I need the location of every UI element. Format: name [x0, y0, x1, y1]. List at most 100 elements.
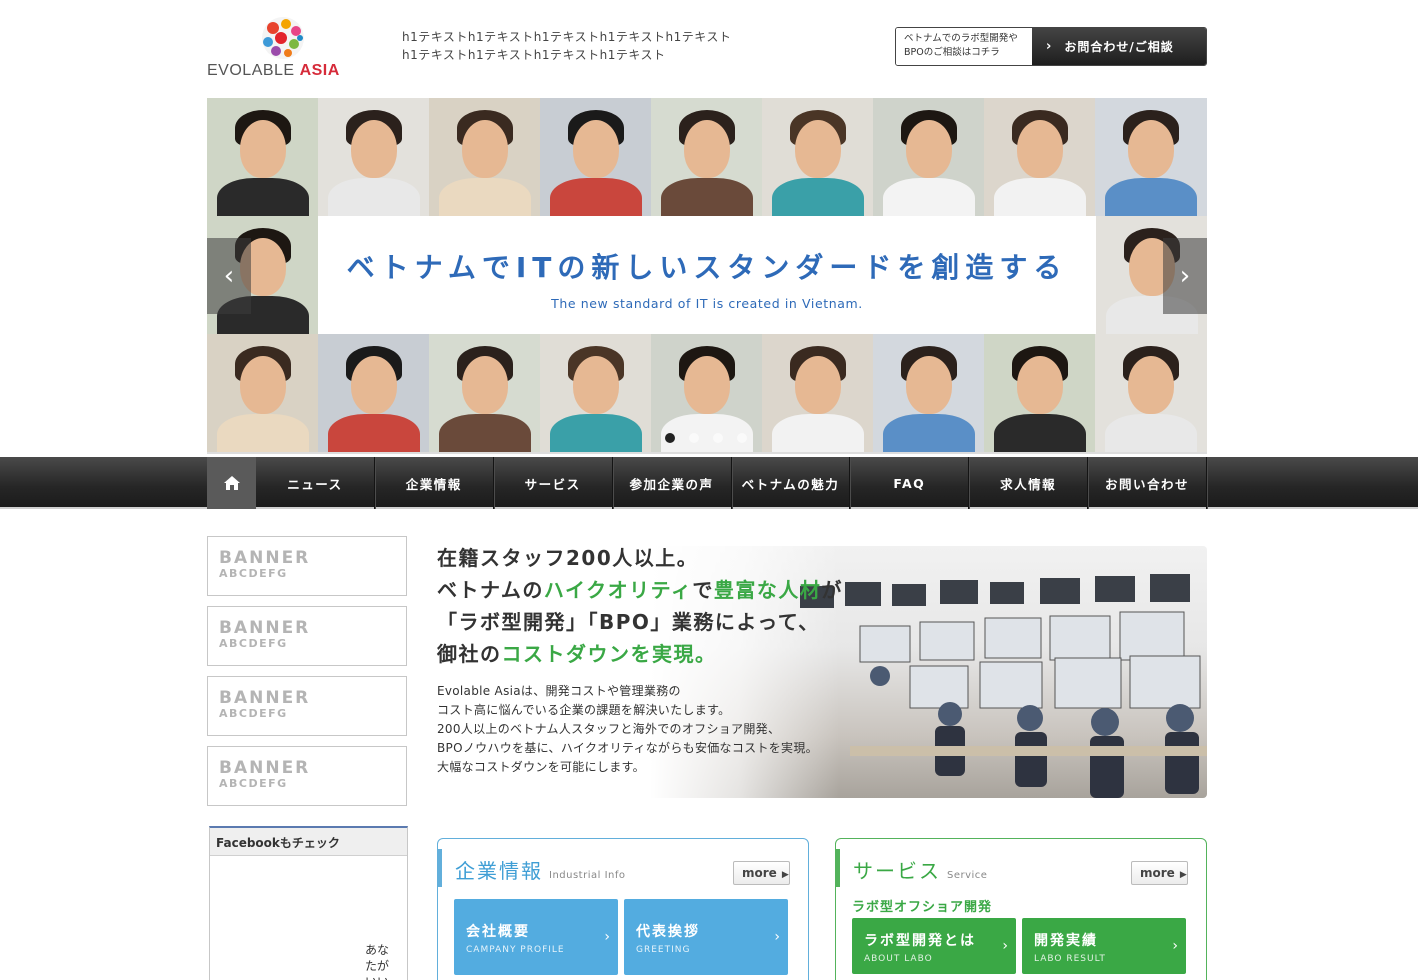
- tile-sub: CAMPANY PROFILE: [466, 945, 565, 955]
- intro-line2-a: ベトナムの: [437, 578, 544, 602]
- staff-photo: [429, 98, 540, 216]
- photo-face: [795, 120, 841, 178]
- hero-slider: ベトナムでITの新しいスタンダードを創造する The new standard …: [207, 98, 1207, 454]
- banner-sub: ABCDEFG: [219, 567, 288, 580]
- intro-line2-d: 豊富な人材: [713, 578, 822, 602]
- photo-shirt: [1105, 414, 1197, 452]
- nav-item-service[interactable]: サービス: [494, 457, 613, 509]
- company-info-panel: 企業情報 Industrial Info more ▶ 会社概要 CAMPANY P…: [437, 838, 809, 980]
- intro-body-line: コスト高に悩んでいる企業の課題を解決いたします。: [437, 703, 731, 717]
- nav-item-vietnam[interactable]: ベトナムの魅力: [732, 457, 851, 509]
- tile-sub: LABO RESULT: [1034, 954, 1106, 964]
- panel-title-text: 企業情報: [455, 859, 543, 883]
- slider-dot[interactable]: [665, 433, 675, 443]
- photo-shirt: [1105, 178, 1197, 216]
- contact-button[interactable]: › お問合わせ/ご相談: [1032, 28, 1206, 65]
- chevron-right-icon: ›: [774, 929, 780, 945]
- chevron-right-icon: ›: [1046, 39, 1053, 54]
- photo-shirt: [772, 178, 864, 216]
- nav-item-faq[interactable]: FAQ: [850, 457, 970, 509]
- banner-sub: ABCDEFG: [219, 707, 288, 720]
- nav-item-recruit[interactable]: 求人情報: [969, 457, 1089, 509]
- slider-dot[interactable]: [689, 433, 699, 443]
- sidebar-banner[interactable]: BANNER ABCDEFG: [207, 676, 407, 736]
- caret-right-icon: ▶: [781, 870, 789, 880]
- sidebar-banner[interactable]: BANNER ABCDEFG: [207, 606, 407, 666]
- greeting-button[interactable]: 代表挨拶 GREETING ›: [624, 899, 788, 975]
- nav-item-company[interactable]: 企業情報: [375, 457, 494, 509]
- panel-title: サービス Service: [853, 855, 987, 884]
- staff-photo: [207, 98, 318, 216]
- photo-face: [240, 120, 286, 178]
- intro-body-line: 大幅なコストダウンを可能にします。: [437, 760, 645, 774]
- staff-photo: [540, 98, 651, 216]
- photo-face: [573, 356, 619, 414]
- hero-headline: ベトナムでITの新しいスタンダードを創造する: [346, 251, 1068, 284]
- nav-item-contact[interactable]: お問い合わせ: [1088, 457, 1207, 509]
- banner-title: BANNER: [219, 618, 311, 638]
- facebook-widget-text: あなたがいい: [365, 943, 390, 980]
- slider-dots: [665, 433, 747, 443]
- panel-subtitle: Service: [947, 870, 988, 881]
- sidebar-banner[interactable]: BANNER ABCDEFG: [207, 536, 407, 596]
- slider-prev-button[interactable]: ‹: [207, 238, 251, 314]
- more-button-label: more: [1140, 866, 1175, 880]
- logo[interactable]: EVOLABLE ASIA: [207, 16, 362, 82]
- photo-face: [1128, 356, 1174, 414]
- photo-face: [462, 120, 508, 178]
- more-button[interactable]: more ▶: [1131, 861, 1188, 885]
- staff-photo: [1095, 98, 1207, 216]
- global-nav: ニュース 企業情報 サービス 参加企業の声 ベトナムの魅力 FAQ 求人情報 お…: [0, 457, 1418, 509]
- labo-result-button[interactable]: 開発実績 LABO RESULT ›: [1022, 918, 1186, 974]
- photo-face: [462, 356, 508, 414]
- staff-photo: [429, 334, 540, 452]
- panel-title-text: サービス: [853, 859, 941, 883]
- intro-body-line: BPOノウハウを基に、ハイクオリティながらも安価なコストを実現。: [437, 741, 818, 755]
- facebook-widget: Facebookもチェック あなたがいい: [209, 826, 408, 980]
- facebook-widget-title: Facebookもチェック: [210, 828, 407, 856]
- intro-line3: 「ラボ型開発」「BPO」業務によって、: [437, 610, 820, 634]
- panel-accent-bar: [836, 849, 840, 887]
- photo-shirt: [439, 414, 531, 452]
- photo-face: [1128, 120, 1174, 178]
- contact-box[interactable]: ベトナムでのラボ型開発や BPOのご相談はコチラ › お問合わせ/ご相談: [895, 27, 1207, 66]
- nav-item-voice[interactable]: 参加企業の声: [613, 457, 732, 509]
- photo-shirt: [772, 414, 864, 452]
- tile-title: 代表挨拶: [636, 924, 700, 940]
- photo-shirt: [661, 178, 753, 216]
- banner-title: BANNER: [219, 548, 311, 568]
- intro-line2-c: で: [692, 578, 714, 602]
- more-button[interactable]: more ▶: [733, 861, 790, 885]
- photo-shirt: [328, 414, 420, 452]
- nav-home-button[interactable]: [207, 457, 256, 509]
- slider-dot[interactable]: [713, 433, 723, 443]
- slider-next-button[interactable]: ›: [1163, 238, 1207, 314]
- service-panel: サービス Service more ▶ ラボ型オフショア開発 ラボ型開発とは ABO…: [835, 838, 1207, 980]
- slider-dot[interactable]: [737, 433, 747, 443]
- staff-photo: [984, 334, 1095, 452]
- caret-right-icon: ▶: [1179, 870, 1187, 880]
- contact-button-label: お問合わせ/ご相談: [1064, 40, 1174, 54]
- company-profile-button[interactable]: 会社概要 CAMPANY PROFILE ›: [454, 899, 618, 975]
- sidebar-banner[interactable]: BANNER ABCDEFG: [207, 746, 407, 806]
- photo-shirt: [550, 414, 642, 452]
- about-labo-button[interactable]: ラボ型開発とは ABOUT LABO ›: [852, 918, 1016, 974]
- intro-line2: ベトナムのハイクオリティで豊富な人材が: [437, 574, 843, 606]
- staff-photo: [873, 334, 984, 452]
- photo-face: [906, 120, 952, 178]
- photo-shirt: [217, 178, 309, 216]
- photo-shirt: [550, 178, 642, 216]
- banner-title: BANNER: [219, 758, 311, 778]
- chevron-right-icon: ›: [604, 929, 610, 945]
- photo-shirt: [883, 414, 975, 452]
- staff-photo: [318, 98, 429, 216]
- tile-title: ラボ型開発とは: [864, 933, 976, 949]
- hero-caption: ベトナムでITの新しいスタンダードを創造する The new standard …: [318, 216, 1096, 334]
- nav-item-news[interactable]: ニュース: [256, 457, 375, 509]
- photo-face: [684, 356, 730, 414]
- photo-shirt: [439, 178, 531, 216]
- intro-body-line: Evolable Asiaは、開発コストや管理業務の: [437, 684, 681, 698]
- intro-headline: 在籍スタッフ200人以上。 ベトナムのハイクオリティで豊富な人材が 「ラボ型開発…: [437, 542, 843, 670]
- staff-photo: [1095, 334, 1207, 452]
- photo-face: [240, 356, 286, 414]
